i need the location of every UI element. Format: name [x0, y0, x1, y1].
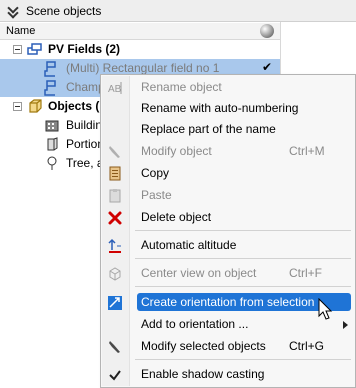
- menu-item-label: Rename object: [141, 80, 222, 94]
- checkmark-icon: [107, 367, 123, 383]
- orientation-icon: [107, 295, 123, 311]
- wrench-icon: [107, 339, 123, 355]
- copy-icon: [107, 166, 123, 182]
- menu-item-add-to-orientation[interactable]: Add to orientation ...: [103, 314, 353, 335]
- portion-icon: [44, 137, 60, 151]
- menu-item-label: Automatic altitude: [141, 238, 237, 252]
- menu-item-label: Rename with auto-numbering: [141, 101, 299, 115]
- menu-item-rename-auto-numbering[interactable]: Rename with auto-numbering: [103, 98, 353, 119]
- menu-item-automatic-altitude[interactable]: Automatic altitude: [103, 235, 353, 256]
- center-view-icon: [107, 266, 123, 282]
- menu-item-label: Center view on object: [141, 266, 257, 280]
- menu-item-shortcut: Ctrl+F: [289, 266, 322, 280]
- objects-cube-icon: [27, 99, 43, 113]
- menu-separator: [135, 258, 351, 259]
- column-header-label: Name: [6, 25, 36, 37]
- tree-item-pv-fields[interactable]: PV Fields (2): [0, 40, 280, 59]
- tree-label: Portion: [66, 137, 105, 151]
- panel-title: Scene objects: [26, 3, 102, 18]
- menu-item-shortcut: Ctrl+G: [289, 339, 325, 353]
- menu-item-label: Delete object: [141, 210, 212, 224]
- menu-item-create-orientation[interactable]: Create orientation from selection: [103, 292, 353, 313]
- menu-item-center-view[interactable]: Center view on object Ctrl+F: [103, 263, 353, 284]
- menu-separator: [135, 359, 351, 360]
- paste-icon: [107, 188, 123, 204]
- menu-item-replace-part-name[interactable]: Replace part of the name: [103, 119, 353, 140]
- panel-header[interactable]: Scene objects: [0, 0, 356, 22]
- altitude-icon: [107, 238, 123, 254]
- pv-field-group-icon: [27, 42, 43, 56]
- menu-item-modify-selected[interactable]: Modify selected objects Ctrl+G: [103, 336, 353, 357]
- menu-item-copy[interactable]: Copy: [103, 163, 353, 184]
- building-icon: [44, 118, 60, 132]
- delete-icon: [107, 210, 123, 226]
- menu-item-paste[interactable]: Paste: [103, 185, 353, 206]
- tree-label: Champ: [66, 80, 105, 94]
- menu-item-modify-object[interactable]: Modify object Ctrl+M: [103, 141, 353, 162]
- menu-item-label: Modify selected objects: [141, 339, 266, 353]
- mouse-cursor-icon: [318, 298, 333, 320]
- menu-item-label: Copy: [141, 166, 170, 180]
- tree-object-icon: [44, 156, 60, 170]
- menu-item-label: Paste: [141, 188, 172, 202]
- menu-separator: [135, 286, 351, 287]
- tree-label: (Multi) Rectangular field no 1: [66, 61, 220, 75]
- menu-item-enable-shadow-casting[interactable]: Enable shadow casting: [103, 364, 353, 385]
- column-header-name[interactable]: Name: [0, 23, 280, 40]
- wrench-icon: [107, 144, 123, 160]
- visible-checkmark-icon[interactable]: ✔: [262, 60, 272, 74]
- collapse-chevron-icon[interactable]: [6, 4, 20, 18]
- menu-item-label: Create orientation from selection: [141, 295, 315, 309]
- pv-field-icon: [44, 61, 60, 77]
- menu-item-label: Add to orientation ...: [141, 317, 249, 331]
- submenu-arrow-icon: [343, 321, 348, 329]
- menu-separator: [135, 230, 351, 231]
- menu-item-label: Replace part of the name: [141, 122, 276, 136]
- rename-icon: AB: [107, 80, 123, 96]
- collapse-expander-icon[interactable]: [13, 45, 22, 54]
- menu-item-label: Enable shadow casting: [141, 367, 265, 381]
- menu-item-rename-object[interactable]: AB Rename object: [103, 77, 353, 98]
- menu-item-label: Modify object: [141, 144, 212, 158]
- menu-item-shortcut: Ctrl+M: [289, 144, 325, 158]
- menu-item-delete-object[interactable]: Delete object: [103, 207, 353, 228]
- svg-text:AB: AB: [108, 84, 122, 95]
- tree-label: PV Fields (2): [48, 42, 121, 56]
- collapse-expander-icon[interactable]: [13, 102, 22, 111]
- pv-field-icon: [44, 80, 60, 96]
- tree-label: Tree, a: [66, 156, 104, 170]
- tree-label: Objects (: [48, 99, 100, 113]
- context-menu: AB Rename object Rename with auto-number…: [100, 74, 356, 388]
- shadow-sphere-icon[interactable]: [260, 24, 274, 38]
